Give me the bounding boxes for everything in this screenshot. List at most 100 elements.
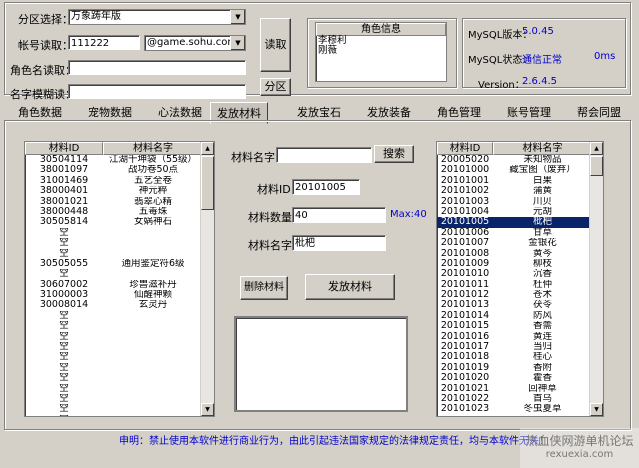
table-row[interactable]: 空 [25, 228, 203, 238]
right-scroll-thumb[interactable] [590, 156, 603, 176]
table-row[interactable]: 空 [25, 311, 203, 321]
table-row[interactable]: 20101012 苍术 [437, 290, 592, 300]
table-row[interactable]: 空 [25, 384, 203, 394]
table-row[interactable]: 31000003 仙醒神颗 [25, 290, 203, 300]
role-info-list[interactable]: 角色信息 李穆利 刚薇 [315, 22, 447, 82]
table-row[interactable]: 20101022 首乌 [437, 394, 592, 404]
search-button[interactable]: 搜索 [374, 145, 414, 163]
right-list-header: 材料ID 材料名字 [437, 142, 592, 155]
table-row[interactable]: 20101007 金银花 [437, 238, 592, 248]
table-row[interactable]: 20101021 回神草 [437, 384, 592, 394]
left-scrollbar[interactable]: ▲ ▼ [200, 142, 214, 416]
material-id-cell: 20101020 [440, 373, 490, 384]
read-button[interactable]: 读取 [260, 18, 291, 72]
material-name-cell: 回神草 [528, 383, 557, 394]
table-row[interactable]: 30607002 珍兽滋补丹 [25, 280, 203, 290]
table-row[interactable]: 空 [25, 238, 203, 248]
tab-role-manage[interactable]: 角色管理 [437, 104, 481, 120]
material-id-cell: 空 [59, 342, 69, 353]
table-row[interactable]: 20101018 桂心 [437, 352, 592, 362]
table-row[interactable]: 20101011 杜仲 [437, 280, 592, 290]
table-row[interactable]: 空 [25, 404, 203, 414]
table-row[interactable]: 38001097 战功卷50点 [25, 165, 203, 175]
scroll-down-icon[interactable]: ▼ [201, 403, 214, 416]
table-row[interactable]: 20101016 黄连 [437, 332, 592, 342]
table-row[interactable]: 20101015 香薷 [437, 321, 592, 331]
right-material-list[interactable]: 材料ID 材料名字 20005020 未知物品 20101000 藏宝图（废弃） 201… [436, 141, 604, 417]
table-row[interactable]: 空 [25, 363, 203, 373]
table-row[interactable]: 空 [25, 342, 203, 352]
log-textarea[interactable] [234, 316, 408, 412]
table-row[interactable]: 20101005 枇杷 [437, 217, 592, 228]
table-row[interactable]: 20101009 柳枝 [437, 259, 592, 269]
scroll-up-icon[interactable]: ▲ [201, 142, 214, 155]
table-row[interactable]: 31001469 五艺全卷 [25, 176, 203, 186]
table-row[interactable]: 20101017 当归 [437, 342, 592, 352]
table-row[interactable]: 20005020 未知物品 [437, 155, 592, 165]
material-id-cell: 20101009 [440, 258, 490, 269]
material-name-cell: 黄连 [532, 331, 552, 342]
table-row[interactable]: 空 [25, 332, 203, 342]
tab-account-manage[interactable]: 账号管理 [507, 104, 551, 120]
material-id-input[interactable]: 20101005 [292, 179, 360, 195]
tab-xinfa-data[interactable]: 心法数据 [158, 104, 202, 120]
scroll-down-icon[interactable]: ▼ [590, 403, 603, 416]
issue-material-button[interactable]: 发放材料 [305, 274, 395, 300]
table-row[interactable]: 20101003 川贝 [437, 197, 592, 207]
table-row[interactable]: 38000401 神元粹 [25, 186, 203, 196]
tab-issue-gem[interactable]: 发放宝石 [297, 104, 341, 120]
table-row[interactable]: 空 [25, 269, 203, 279]
table-row[interactable]: 20101004 元胡 [437, 207, 592, 217]
fuzzy-input[interactable] [68, 84, 246, 99]
left-scroll-thumb[interactable] [201, 156, 214, 210]
table-row[interactable]: 20101023 冬虫夏草 [437, 404, 592, 414]
table-row[interactable]: 30505814 女娲神石 [25, 217, 203, 227]
table-row[interactable]: 20101002 蒲黄 [437, 186, 592, 196]
table-row[interactable]: 30505055 通用鉴定符6级 [25, 259, 203, 269]
domain-value: @game.sohu.com [147, 37, 238, 48]
table-row[interactable]: 20101008 黄芩 [437, 249, 592, 259]
table-row[interactable]: 20101000 藏宝图（废弃） [437, 165, 592, 175]
mysql-version-value: 5.0.45 [522, 26, 554, 37]
table-row[interactable]: 38000448 五毒珠 [25, 207, 203, 217]
table-row[interactable]: 20101020 藿香 [437, 373, 592, 383]
left-material-list[interactable]: 材料ID 材料名字 30504114 江湖千坤袋（55级） 38001097 战功卷5… [24, 141, 215, 417]
table-row[interactable]: 20101001 白果 [437, 176, 592, 186]
table-row[interactable]: 20101013 茯苓 [437, 300, 592, 310]
table-row[interactable]: 30504114 江湖千坤袋（55级） [25, 155, 203, 165]
right-scrollbar[interactable]: ▲ ▼ [589, 142, 603, 416]
partition-select[interactable]: 万象踌年版 ▼ [68, 9, 246, 25]
table-row[interactable]: 空 [25, 249, 203, 259]
material-name-cell: 香附 [532, 362, 552, 373]
material-id-cell: 20101006 [440, 227, 490, 238]
chevron-down-icon[interactable]: ▼ [230, 10, 245, 24]
table-row[interactable]: 38001021 翡翠心精 [25, 197, 203, 207]
tab-issue-equipment[interactable]: 发放装备 [367, 104, 411, 120]
role-input[interactable] [68, 60, 246, 75]
table-row[interactable]: 20101019 香附 [437, 363, 592, 373]
material-id-cell: 38000401 [39, 186, 89, 197]
table-row[interactable]: 空 [25, 352, 203, 362]
tab-guild-alliance[interactable]: 帮会同盟 [577, 104, 621, 120]
material-qty-input[interactable]: 40 [292, 207, 386, 223]
chevron-down-icon[interactable]: ▼ [230, 36, 245, 50]
zone-button[interactable]: 分区 [260, 78, 291, 96]
table-row[interactable]: 空 [25, 373, 203, 383]
table-row[interactable]: 30008014 玄灵丹 [25, 300, 203, 310]
domain-select[interactable]: @game.sohu.com ▼ [144, 35, 246, 51]
table-row[interactable]: 20101006 甘草 [437, 228, 592, 238]
scroll-up-icon[interactable]: ▲ [590, 142, 603, 155]
list-item[interactable]: 刚薇 [316, 45, 446, 56]
table-row[interactable]: 空 [25, 321, 203, 331]
table-row[interactable]: 空 [25, 394, 203, 404]
tab-pet-data[interactable]: 宠物数据 [88, 104, 132, 120]
table-row[interactable]: 空 [25, 415, 203, 416]
tab-role-data[interactable]: 角色数据 [18, 104, 62, 120]
material-id-cell: 20101004 [440, 206, 490, 217]
table-row[interactable]: 20101010 沉香 [437, 269, 592, 279]
account-input[interactable]: 111222 [68, 35, 140, 50]
search-input[interactable] [276, 147, 372, 163]
delete-material-button[interactable]: 删除材料 [240, 276, 288, 300]
material-name-input[interactable]: 枇杷 [292, 235, 386, 251]
table-row[interactable]: 20101014 防风 [437, 311, 592, 321]
